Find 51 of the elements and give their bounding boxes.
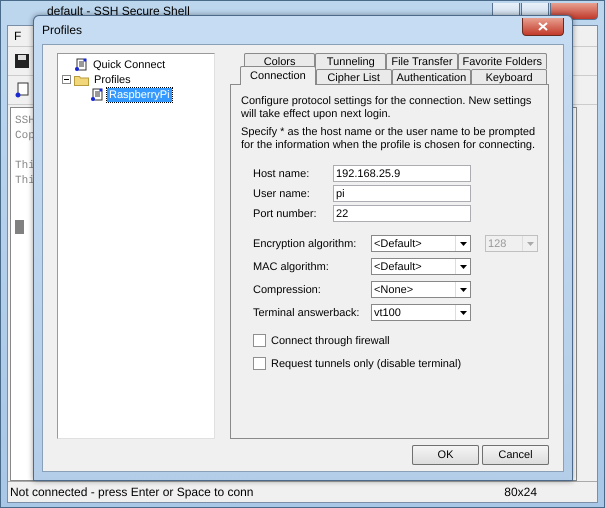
status-text: Not connected - press Enter or Space to conn	[9, 485, 254, 499]
checkbox-label: Request tunnels only (disable terminal)	[271, 358, 462, 370]
tab[interactable]: Favorite Folders	[458, 53, 547, 69]
tab[interactable]: File Transfer	[386, 53, 458, 69]
ok-button[interactable]: OK	[412, 445, 479, 465]
description-text: Specify * as the host name or the user name to be prompted for the information when the profile is chosen for connecting.	[241, 126, 536, 152]
field-label: User name:	[253, 188, 311, 200]
dropdown[interactable]: vt100	[371, 304, 471, 321]
dropdown-arrow-icon	[526, 242, 534, 246]
tab[interactable]: Keyboard	[471, 69, 548, 85]
text-field[interactable]: 192.168.25.9	[333, 165, 471, 182]
menu-item[interactable]: F	[14, 29, 22, 43]
tab[interactable]: Tunneling	[315, 53, 386, 69]
terminal-line: Thi	[15, 174, 35, 189]
window-title: default - SSH Secure Shell	[47, 4, 190, 18]
collapse-icon[interactable]	[62, 75, 71, 84]
checkbox[interactable]	[253, 334, 266, 347]
field-label: Host name:	[253, 168, 310, 180]
document-icon[interactable]	[14, 82, 30, 98]
text-field[interactable]: 22	[333, 205, 471, 222]
terminal-line: Thi	[15, 159, 35, 174]
tree-item[interactable]: Quick Connect	[91, 58, 168, 72]
field-label: Port number:	[253, 208, 318, 220]
dropdown[interactable]: <None>	[371, 281, 471, 298]
dropdown-arrow-icon	[460, 242, 466, 246]
terminal-size: 80x24	[504, 485, 537, 499]
close-button[interactable]	[522, 18, 564, 36]
terminal-cursor	[15, 220, 24, 234]
tab[interactable]: Connection	[240, 66, 316, 85]
checkbox[interactable]	[253, 357, 266, 370]
field-label: Terminal answerback:	[253, 306, 360, 318]
dropdown[interactable]: <Default>	[371, 235, 471, 252]
cancel-button[interactable]: Cancel	[482, 445, 549, 465]
folder-icon	[74, 74, 89, 86]
document-icon	[90, 88, 104, 102]
document-icon	[74, 58, 88, 72]
field-label: Compression:	[253, 284, 322, 296]
field-label: MAC algorithm:	[253, 260, 330, 272]
dropdown[interactable]: <Default>	[371, 258, 471, 275]
tab[interactable]: Cipher List	[316, 69, 392, 85]
dropdown-arrow-icon	[460, 288, 466, 292]
field-label: Encryption algorithm:	[253, 238, 358, 250]
checkbox-label: Connect through firewall	[271, 334, 390, 346]
dialog-title: Profiles	[42, 23, 82, 37]
tree-item[interactable]: Profiles	[92, 72, 133, 86]
close-icon	[538, 22, 548, 31]
dropdown-arrow-icon	[460, 264, 466, 268]
description-text: Configure protocol settings for the connection. New settings will take effect upon next login.	[241, 95, 532, 121]
text-field[interactable]: pi	[333, 185, 471, 202]
tab[interactable]: Authentication	[392, 69, 472, 85]
dropdown-arrow-icon	[460, 310, 466, 314]
